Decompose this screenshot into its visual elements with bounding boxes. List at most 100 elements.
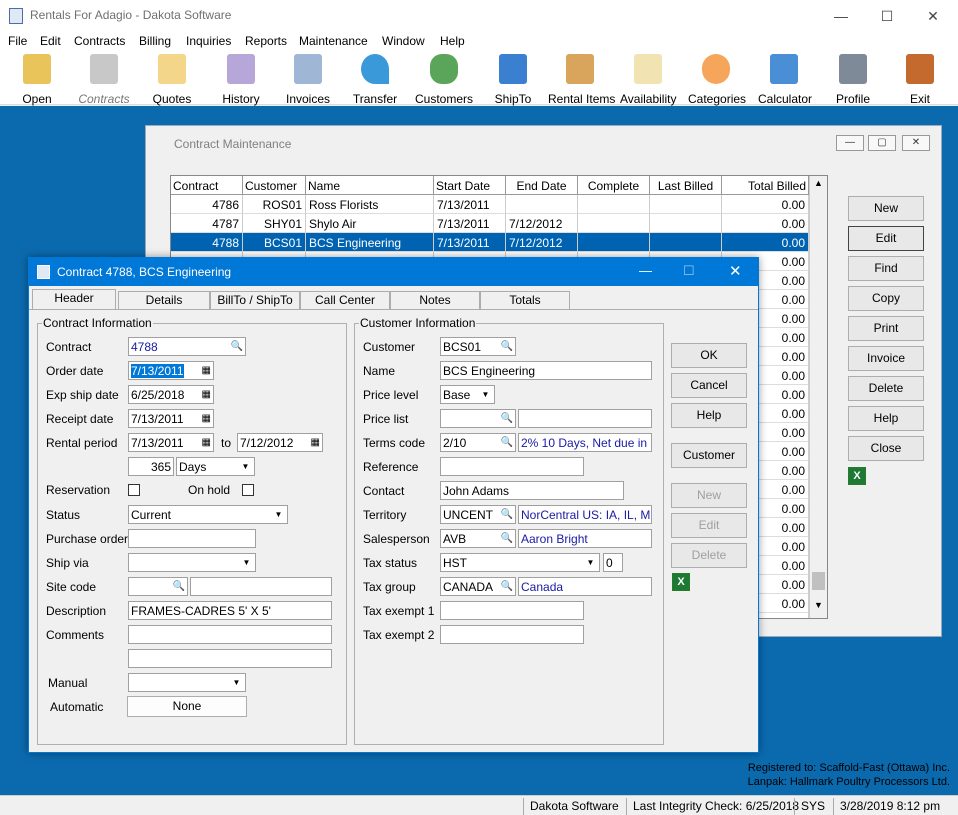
tab-billto-shipto[interactable]: BillTo / ShipTo xyxy=(210,291,300,309)
period-unit-select[interactable]: Days ▼ xyxy=(176,457,255,476)
scrollbar-thumb[interactable] xyxy=(812,572,825,590)
toolbar-calculator[interactable]: Calculator xyxy=(758,54,812,106)
automatic-button[interactable]: None xyxy=(127,696,247,717)
column-header[interactable]: Contract xyxy=(171,176,243,195)
menu-help[interactable]: Help xyxy=(440,34,465,48)
customer-button[interactable]: Customer xyxy=(671,443,747,468)
tax-exempt-2-field[interactable] xyxy=(440,625,584,644)
rental-from-field[interactable]: 7/13/2011 ▦ xyxy=(128,433,214,452)
price-level-select[interactable]: Base ▼ xyxy=(440,385,495,404)
menu-billing[interactable]: Billing xyxy=(139,34,171,48)
exp-ship-date-field[interactable]: 6/25/2018 ▦ xyxy=(128,385,214,404)
table-row-selected[interactable]: 4788 BCS01 BCS Engineering 7/13/2011 7/1… xyxy=(171,233,811,252)
toolbar-transfer[interactable]: Transfer xyxy=(350,54,400,106)
close-button[interactable]: ✕ xyxy=(910,0,956,32)
minimize-button[interactable]: — xyxy=(818,0,864,32)
search-icon[interactable]: 🔍 xyxy=(501,412,513,425)
calendar-icon[interactable]: ▦ xyxy=(202,436,211,449)
menu-inquiries[interactable]: Inquiries xyxy=(186,34,231,48)
vertical-scrollbar[interactable]: ▲ ▼ xyxy=(809,176,827,618)
toolbar-availability[interactable]: Availability xyxy=(620,54,676,106)
manual-select[interactable]: ▼ xyxy=(128,673,246,692)
search-icon[interactable]: 🔍 xyxy=(501,580,513,593)
column-header[interactable]: Complete xyxy=(578,176,650,195)
name-field[interactable]: BCS Engineering xyxy=(440,361,652,380)
calendar-icon[interactable]: ▦ xyxy=(202,412,211,425)
tax-group-field[interactable]: CANADA 🔍 xyxy=(440,577,516,596)
salesperson-field[interactable]: AVB 🔍 xyxy=(440,529,516,548)
site-code-field[interactable]: 🔍 xyxy=(128,577,188,596)
territory-field[interactable]: UNCENT 🔍 xyxy=(440,505,516,524)
tab-header[interactable]: Header xyxy=(32,289,116,309)
search-icon[interactable]: 🔍 xyxy=(501,532,513,545)
cancel-button[interactable]: Cancel xyxy=(671,373,747,398)
search-icon[interactable]: 🔍 xyxy=(501,436,513,449)
delete-button[interactable]: Delete xyxy=(671,543,747,568)
toolbar-quotes[interactable]: Quotes xyxy=(150,54,194,106)
new-button[interactable]: New xyxy=(671,483,747,508)
column-header[interactable]: Last Billed xyxy=(650,176,722,195)
toolbar-contracts[interactable]: Contracts xyxy=(76,54,132,106)
toolbar-exit[interactable]: Exit xyxy=(904,54,936,106)
reservation-checkbox[interactable] xyxy=(128,484,140,496)
copy-button[interactable]: Copy xyxy=(848,286,924,311)
purchase-order-field[interactable] xyxy=(128,529,256,548)
find-button[interactable]: Find xyxy=(848,256,924,281)
menu-edit[interactable]: Edit xyxy=(40,34,61,48)
column-header[interactable]: End Date xyxy=(506,176,578,195)
ship-via-select[interactable]: ▼ xyxy=(128,553,256,572)
toolbar-shipto[interactable]: ShipTo xyxy=(494,54,532,106)
search-icon[interactable]: 🔍 xyxy=(501,508,513,521)
contract-field[interactable]: 4788 🔍 xyxy=(128,337,246,356)
table-row[interactable]: 4787 SHY01 Shylo Air 7/13/2011 7/12/2012… xyxy=(171,214,811,233)
reference-field[interactable] xyxy=(440,457,584,476)
tax-exempt-1-field[interactable] xyxy=(440,601,584,620)
menu-reports[interactable]: Reports xyxy=(245,34,287,48)
menu-maintenance[interactable]: Maintenance xyxy=(299,34,368,48)
price-list-field[interactable]: 🔍 xyxy=(440,409,516,428)
status-select[interactable]: Current ▼ xyxy=(128,505,288,524)
new-button[interactable]: New xyxy=(848,196,924,221)
search-icon[interactable]: 🔍 xyxy=(501,340,513,353)
comments-field-2[interactable] xyxy=(128,649,332,668)
excel-export-icon[interactable]: X xyxy=(672,573,690,591)
menu-window[interactable]: Window xyxy=(382,34,425,48)
restore-button[interactable]: ▢ xyxy=(868,135,896,151)
close-button[interactable]: Close xyxy=(848,436,924,461)
table-row[interactable]: 4786 ROS01 Ross Florists 7/13/2011 0.00 xyxy=(171,195,811,214)
toolbar-categories[interactable]: Categories xyxy=(688,54,746,106)
calendar-icon[interactable]: ▦ xyxy=(202,364,211,377)
scroll-up-icon[interactable]: ▲ xyxy=(814,178,823,188)
comments-field-1[interactable] xyxy=(128,625,332,644)
print-button[interactable]: Print xyxy=(848,316,924,341)
close-button[interactable]: ✕ xyxy=(729,262,742,280)
search-icon[interactable]: 🔍 xyxy=(231,340,243,353)
tab-call-center[interactable]: Call Center xyxy=(300,291,390,309)
customer-field[interactable]: BCS01 🔍 xyxy=(440,337,516,356)
delete-button[interactable]: Delete xyxy=(848,376,924,401)
period-count-field[interactable]: 365 xyxy=(128,457,174,476)
tab-totals[interactable]: Totals xyxy=(480,291,570,309)
rental-to-field[interactable]: 7/12/2012 ▦ xyxy=(237,433,323,452)
excel-export-icon[interactable]: X xyxy=(848,467,866,485)
menu-file[interactable]: File xyxy=(8,34,27,48)
terms-code-field[interactable]: 2/10 🔍 xyxy=(440,433,516,452)
calendar-icon[interactable]: ▦ xyxy=(202,388,211,401)
toolbar-invoices[interactable]: Invoices xyxy=(284,54,332,106)
calendar-icon[interactable]: ▦ xyxy=(311,436,320,449)
ok-button[interactable]: OK xyxy=(671,343,747,368)
help-button[interactable]: Help xyxy=(848,406,924,431)
order-date-field[interactable]: 7/13/2011 ▦ xyxy=(128,361,214,380)
invoice-button[interactable]: Invoice xyxy=(848,346,924,371)
receipt-date-field[interactable]: 7/13/2011 ▦ xyxy=(128,409,214,428)
tab-notes[interactable]: Notes xyxy=(390,291,480,309)
description-field[interactable]: FRAMES-CADRES 5' X 5' xyxy=(128,601,332,620)
maximize-button[interactable]: ☐ xyxy=(683,263,695,279)
toolbar-rental-items[interactable]: Rental Items xyxy=(548,54,615,106)
maximize-button[interactable]: ☐ xyxy=(864,0,910,32)
scroll-down-icon[interactable]: ▼ xyxy=(814,600,823,610)
column-header[interactable]: Start Date xyxy=(434,176,506,195)
column-header[interactable]: Name xyxy=(306,176,434,195)
toolbar-profile[interactable]: Profile xyxy=(834,54,872,106)
contact-field[interactable]: John Adams xyxy=(440,481,624,500)
